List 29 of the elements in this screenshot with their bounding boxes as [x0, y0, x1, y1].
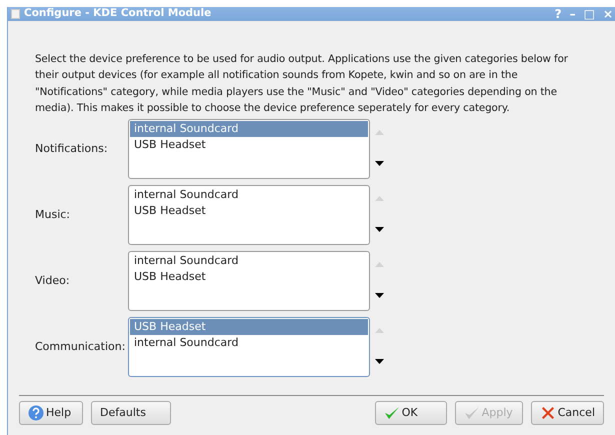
move-down-arrow-icon[interactable]: [374, 293, 384, 300]
close-icon: [540, 405, 556, 421]
window-title: Configure - KDE Control Module: [24, 6, 212, 22]
cancel-button[interactable]: Cancel: [530, 401, 604, 425]
device-list[interactable]: internal Soundcard USB Headset: [128, 185, 370, 246]
defaults-button[interactable]: Defaults: [91, 401, 171, 425]
device-list-item[interactable]: USB Headset: [130, 203, 368, 220]
device-list[interactable]: internal Soundcard USB Headset: [128, 251, 370, 312]
move-down-arrow-icon[interactable]: [374, 161, 384, 168]
move-down-arrow-icon[interactable]: [374, 359, 384, 366]
device-list-item[interactable]: USB Headset: [130, 269, 368, 286]
device-list[interactable]: internal Soundcard USB Headset: [128, 119, 370, 180]
help-icon: [28, 405, 44, 421]
category-label: Video:: [35, 272, 71, 289]
ok-button[interactable]: OK: [374, 401, 447, 425]
device-list[interactable]: USB Headset internal Soundcard: [128, 317, 370, 378]
category-label: Music:: [35, 206, 72, 223]
window-icon: [11, 9, 20, 19]
device-list-item[interactable]: internal Soundcard: [130, 335, 368, 352]
check-icon: [464, 405, 480, 421]
device-list-item[interactable]: USB Headset: [130, 137, 368, 154]
device-list-item[interactable]: internal Soundcard: [130, 253, 368, 270]
check-icon: [384, 405, 400, 421]
category-label: Communication:: [35, 338, 126, 355]
device-list-item[interactable]: internal Soundcard: [130, 187, 368, 204]
help-button[interactable]: Help: [19, 401, 83, 425]
move-down-arrow-icon[interactable]: [374, 227, 384, 234]
description-text: Select the device preference to be used for audio output. Applications use the given categories below for their output devices (for example all notification sounds from Kopete, kwin and so on are in the "Notifications" category, while media players use the "Music" and "Video" categories depending on the media). This makes it possible to choose the device preference seperately for every category.: [35, 52, 569, 116]
category-label: Notifications:: [35, 140, 109, 157]
